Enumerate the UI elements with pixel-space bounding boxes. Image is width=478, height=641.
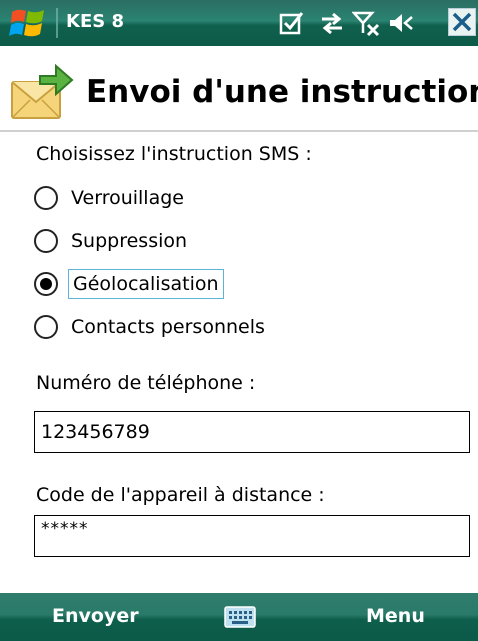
windows-start-icon[interactable] [8,6,48,42]
envelope-arrow-icon [11,63,74,119]
close-button[interactable] [448,8,476,36]
radio-button[interactable] [34,229,58,253]
app-title: KES 8 [66,11,124,32]
volume-mute-icon[interactable] [386,9,414,37]
status-separator [56,8,58,38]
radio-button[interactable] [34,315,58,339]
page-title: Envoi d'une instruction [86,74,478,110]
checkbox-icon[interactable] [278,9,306,37]
menu-softkey[interactable]: Menu [366,605,425,627]
radio-option-contacts-personnels[interactable]: Contacts personnels [34,311,434,345]
status-bar: KES 8 [0,0,478,46]
radio-label[interactable]: Verrouillage [68,187,187,209]
signal-off-icon[interactable] [352,9,380,37]
remote-device-code-label: Code de l'appareil à distance : [36,484,325,506]
radio-label[interactable]: Contacts personnels [68,316,268,338]
phone-number-input[interactable]: 123456789 [34,411,470,453]
send-softkey[interactable]: Envoyer [52,605,139,627]
radio-option-suppression[interactable]: Suppression [34,225,434,259]
radio-label[interactable]: Géolocalisation [68,269,224,299]
connectivity-icon[interactable] [318,9,346,37]
softkey-bar: Envoyer Menu [0,593,478,641]
keyboard-icon[interactable] [224,604,256,630]
close-icon [452,12,472,32]
remote-device-code-input[interactable]: ***** [34,515,470,557]
page-header: Envoi d'une instruction [0,46,478,132]
radio-label[interactable]: Suppression [68,230,190,252]
radio-option-verrouillage[interactable]: Verrouillage [34,182,434,216]
header-divider [0,130,478,132]
phone-number-label: Numéro de téléphone : [36,372,256,394]
radio-option-geolocalisation[interactable]: Géolocalisation [34,268,434,302]
radio-button[interactable] [34,186,58,210]
masked-code-value: ***** [41,519,89,539]
radio-button-selected[interactable] [34,272,58,296]
sms-instruction-label: Choisissez l'instruction SMS : [36,143,312,165]
